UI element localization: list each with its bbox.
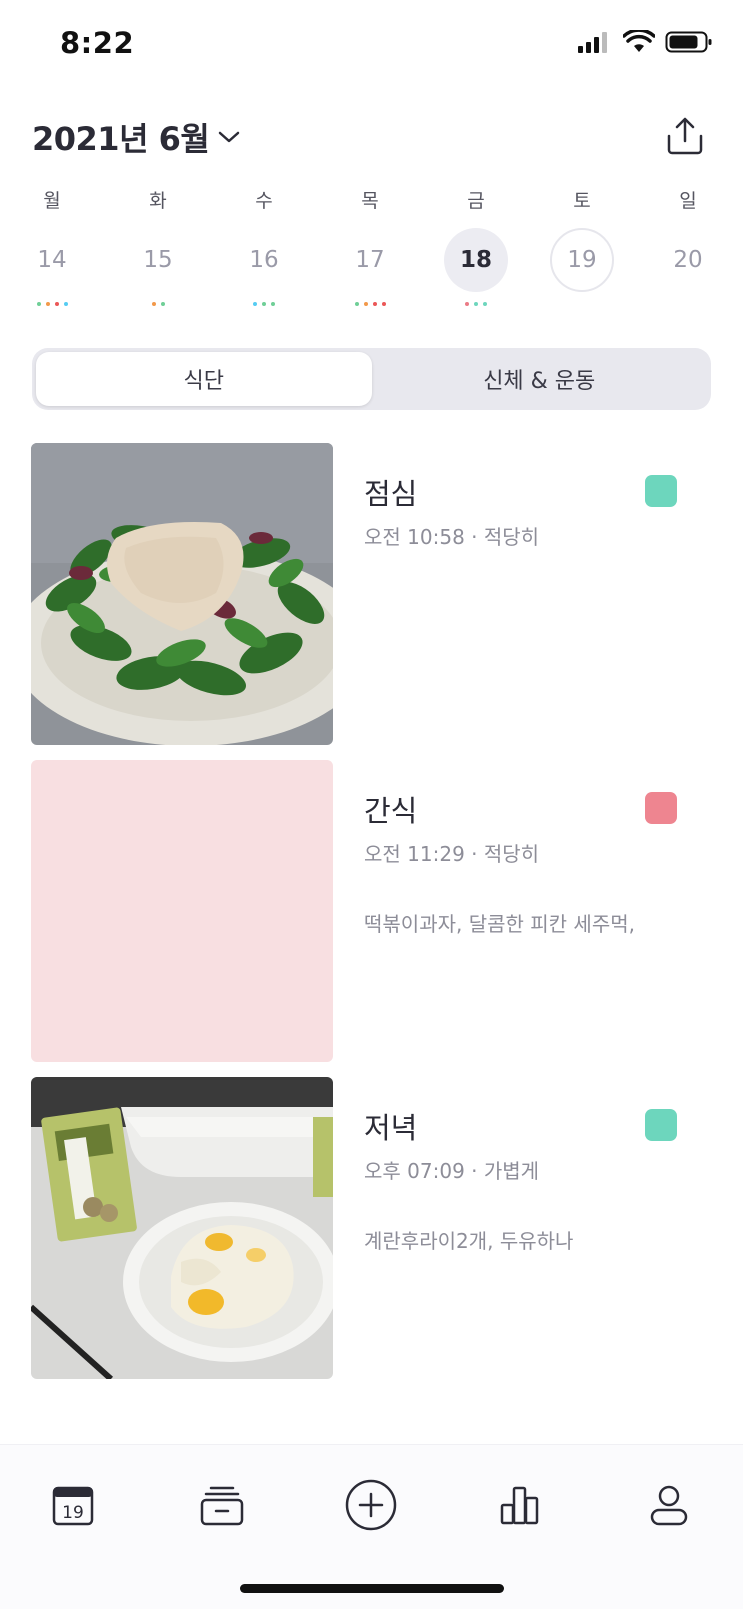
segmented-control: 식단 신체 & 운동 [32,348,711,410]
share-icon [667,117,703,155]
meal-title: 점심 [364,477,418,511]
meal-dot [63,302,68,306]
meal-dot [160,302,165,306]
day-18-selected[interactable]: 금 18 [436,186,516,308]
meal-photo-salad [31,443,333,745]
day-number: 16 [249,247,279,273]
meal-photo-eggs [31,1077,333,1379]
day-16[interactable]: 수 16 [224,186,304,308]
meal-dot [354,302,359,306]
day-name: 화 [149,190,167,212]
status-bar: 8:22 [0,0,743,92]
day-19-today[interactable]: 토 19 [542,186,622,308]
calendar-day: 19 [62,1503,84,1523]
meal-photo-placeholder [31,760,333,1062]
meal-dot [36,302,41,306]
meal-dot [381,302,386,306]
meal-description: 떡볶이과자, 달콤한 피칸 세주먹, [364,912,635,936]
day-15[interactable]: 화 15 [118,186,198,308]
home-indicator [240,1584,504,1593]
meal-dot [465,302,469,306]
bar-chart-icon [500,1486,539,1525]
status-time: 8:22 [60,26,135,60]
meal-dots [224,302,304,308]
status-icons [577,30,713,54]
signal-icon [578,32,607,53]
meal-dot [474,302,478,306]
meal-status-tag [645,1109,677,1141]
meal-dots [542,302,622,308]
meal-time: 오후 07:09 · 가볍게 [364,1159,540,1183]
day-number: 14 [37,247,67,273]
day-name: 일 [679,190,697,212]
meal-dots [648,302,728,308]
week-strip: 월 14 화 15 수 16 목 17 금 18 토 19 일 20 [0,186,743,316]
chevron-down-icon [219,131,240,143]
meal-dot [54,302,59,306]
month-title: 2021년 6월 [32,120,210,158]
calendar-icon: 19 [52,1486,94,1526]
day-14[interactable]: 월 14 [12,186,92,308]
day-number: 18 [459,247,492,273]
meal-dot [151,302,156,306]
meal-dot [372,302,377,306]
tab-stats[interactable] [484,1473,556,1537]
meal-dot [45,302,50,306]
day-17[interactable]: 목 17 [330,186,410,308]
day-name: 금 [467,190,485,212]
meal-dot [483,302,487,306]
day-number: 17 [355,247,385,273]
tab-body-exercise[interactable]: 신체 & 운동 [372,352,708,406]
day-name: 월 [43,190,61,212]
meal-time: 오전 11:29 · 적당히 [364,842,540,866]
tab-archive[interactable] [186,1473,258,1537]
meal-title: 간식 [364,794,418,828]
tab-add[interactable] [335,1473,407,1537]
meal-card-lunch[interactable]: 점심 오전 10:58 · 적당히 [31,443,711,745]
profile-icon [650,1485,688,1526]
meal-status-tag [645,475,677,507]
meal-dot [363,302,368,306]
meal-dots [436,302,516,308]
day-name: 토 [573,190,591,212]
meal-dot [271,302,275,306]
day-20[interactable]: 일 20 [648,186,728,308]
day-number: 19 [567,247,597,273]
meal-dot [253,302,257,306]
wifi-icon [623,30,655,52]
meal-status-tag [645,792,677,824]
day-name: 목 [361,190,379,212]
tab-diet[interactable]: 식단 [36,352,372,406]
share-button[interactable] [663,114,707,158]
header: 2021년 6월 [0,100,743,170]
meal-dots [12,302,92,308]
battery-icon [665,31,712,53]
day-name: 수 [255,190,273,212]
meal-time: 오전 10:58 · 적당히 [364,525,540,549]
meal-card-snack[interactable]: 간식 오전 11:29 · 적당히 떡볶이과자, 달콤한 피칸 세주먹, [31,760,711,1062]
meal-card-dinner[interactable]: 저녁 오후 07:09 · 가볍게 계란후라이2개, 두유하나 [31,1077,711,1379]
day-number: 20 [673,247,703,273]
day-number: 15 [143,247,173,273]
meal-dots [118,302,198,308]
meal-dots [330,302,410,308]
meal-dot [262,302,266,306]
tab-profile[interactable] [633,1473,705,1537]
meal-description: 계란후라이2개, 두유하나 [364,1229,574,1253]
tab-calendar[interactable]: 19 [37,1473,109,1537]
add-icon [345,1479,397,1531]
meal-title: 저녁 [364,1111,418,1145]
month-selector[interactable]: 2021년 6월 [32,114,241,160]
archive-icon [200,1486,244,1526]
